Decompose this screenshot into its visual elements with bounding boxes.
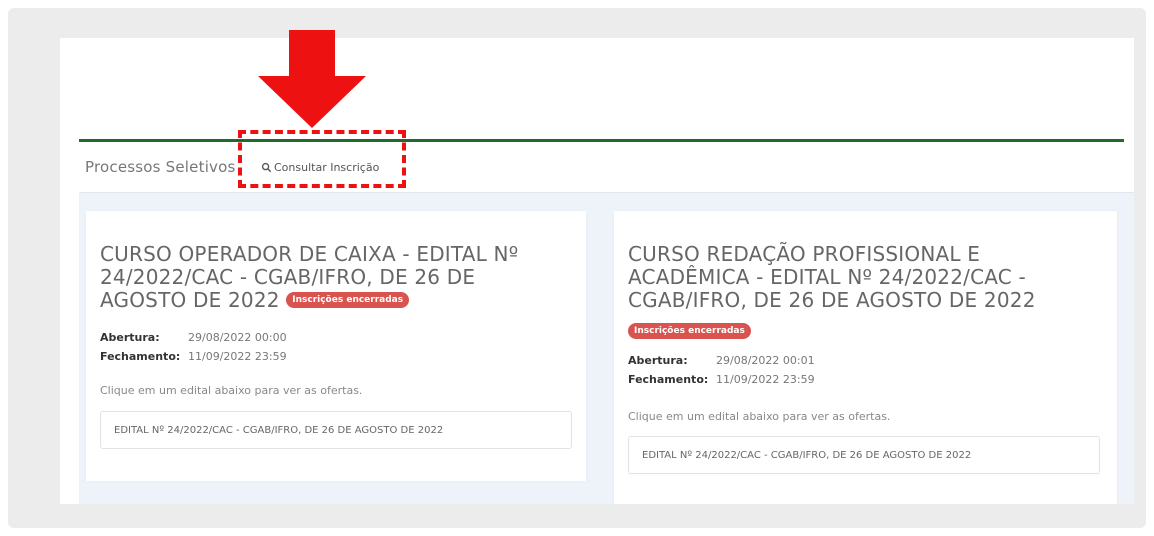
course-title: CURSO OPERADOR DE CAIXA - EDITAL Nº 24/2… (100, 243, 560, 312)
page-header (60, 38, 1134, 138)
fechamento-value: 11/09/2022 23:59 (716, 373, 815, 386)
edital-hint: Clique em um edital abaixo para ver as o… (628, 410, 891, 423)
abertura-label: Abertura: (100, 331, 160, 344)
edital-hint: Clique em um edital abaixo para ver as o… (100, 384, 363, 397)
highlight-box (238, 130, 406, 188)
fechamento-value: 11/09/2022 23:59 (188, 350, 287, 363)
fechamento-label: Fechamento: (628, 373, 709, 386)
status-badge-container: Inscrições encerradas (628, 322, 751, 341)
course-title: CURSO REDAÇÃO PROFISSIONAL E ACADÊMICA -… (628, 242, 1036, 312)
nav-title[interactable]: Processos Seletivos (85, 158, 236, 176)
abertura-row: Abertura: 29/08/2022 00:00 (100, 331, 287, 344)
course-card: CURSO OPERADOR DE CAIXA - EDITAL Nº 24/2… (86, 211, 586, 481)
abertura-value: 29/08/2022 00:01 (716, 354, 815, 367)
screenshot-background: Processos Seletivos Consultar Inscrição … (8, 8, 1146, 528)
status-badge: Inscrições encerradas (628, 322, 751, 339)
edital-link[interactable]: EDITAL Nº 24/2022/CAC - CGAB/IFRO, DE 26… (100, 411, 572, 449)
fechamento-label: Fechamento: (100, 350, 181, 363)
main-content: CURSO OPERADOR DE CAIXA - EDITAL Nº 24/2… (79, 193, 1134, 504)
fechamento-row: Fechamento: 11/09/2022 23:59 (100, 350, 287, 363)
arrow-down-icon (258, 30, 366, 128)
browser-viewport: Processos Seletivos Consultar Inscrição … (60, 38, 1134, 504)
edital-link[interactable]: EDITAL Nº 24/2022/CAC - CGAB/IFRO, DE 26… (628, 436, 1100, 474)
abertura-value: 29/08/2022 00:00 (188, 331, 287, 344)
course-card: CURSO REDAÇÃO PROFISSIONAL E ACADÊMICA -… (614, 211, 1117, 504)
abertura-row: Abertura: 29/08/2022 00:01 (628, 354, 815, 367)
fechamento-row: Fechamento: 11/09/2022 23:59 (628, 373, 815, 386)
abertura-label: Abertura: (628, 354, 688, 367)
status-badge: Inscrições encerradas (286, 291, 410, 308)
